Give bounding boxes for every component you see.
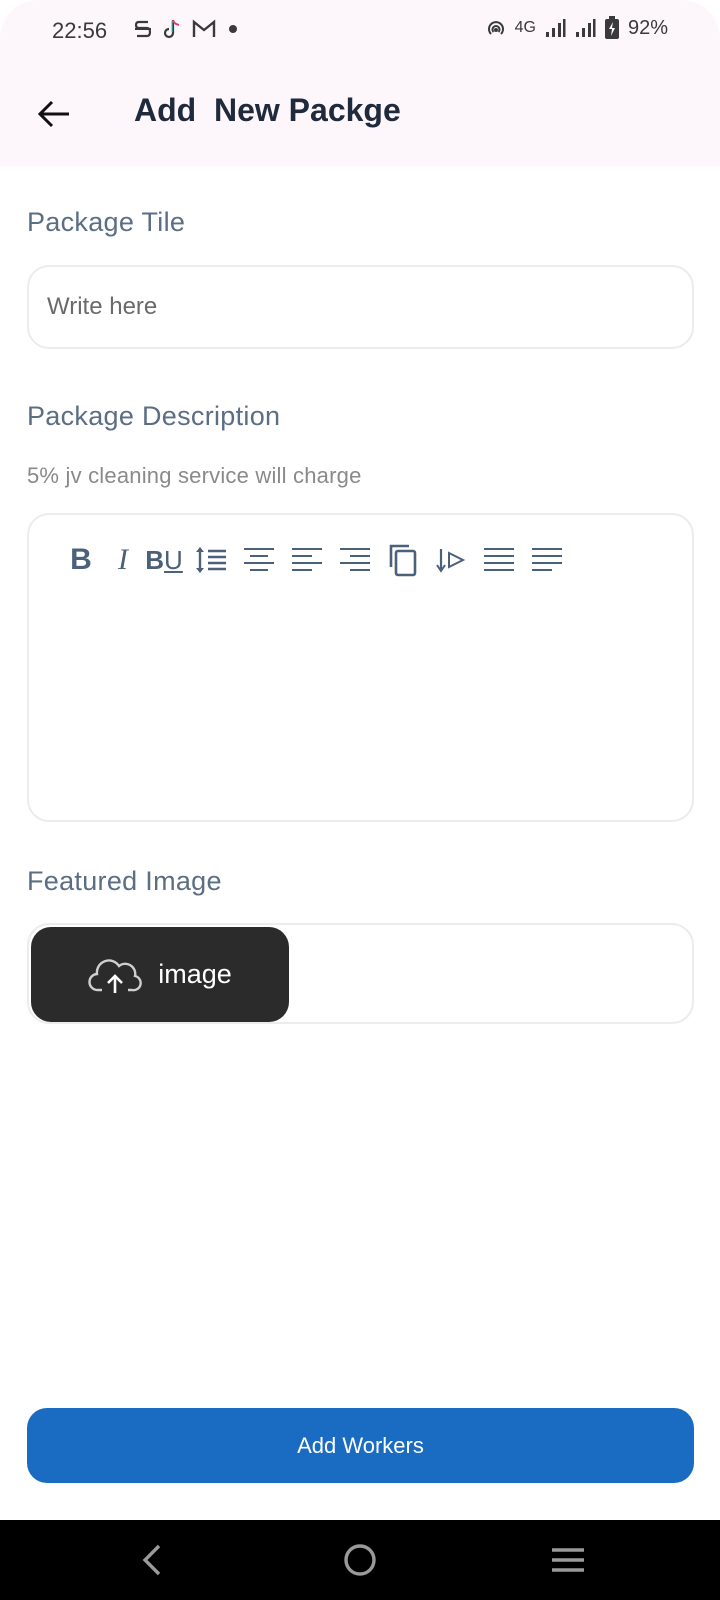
battery-level: 92% [627, 16, 668, 39]
bold-button[interactable]: B [57, 537, 105, 583]
network-type: 4G [514, 19, 536, 36]
align-center-icon [242, 545, 276, 575]
editor-toolbar: B I BU [57, 537, 571, 583]
signal-icon [574, 18, 596, 38]
nav-home-button[interactable] [325, 1534, 395, 1586]
system-status-icons: 4G 92% [485, 16, 668, 40]
copy-button[interactable] [379, 537, 427, 583]
nav-back-icon [141, 1544, 165, 1576]
copy-icon [387, 543, 419, 577]
align-center-button[interactable] [235, 537, 283, 583]
italic-button[interactable]: I [105, 537, 141, 583]
system-navigation-bar [0, 1520, 720, 1600]
battery-charging-icon [604, 16, 620, 40]
tiktok-icon [162, 18, 182, 40]
featured-image-label: Featured Image [27, 866, 222, 896]
package-title-field [27, 265, 694, 349]
package-description-label: Package Description [27, 401, 281, 431]
align-justify-icon [482, 545, 516, 575]
nav-back-button[interactable] [118, 1534, 188, 1586]
upload-image-label: image [158, 959, 232, 989]
package-title-input[interactable] [29, 267, 692, 347]
app-bar: Add New Packge [0, 64, 720, 166]
status-time: 22:56 [52, 18, 108, 43]
bold-underline-button[interactable]: BU [141, 537, 187, 583]
bold-icon: B [70, 543, 92, 576]
add-workers-button[interactable]: Add Workers [27, 1408, 694, 1483]
back-button[interactable] [26, 86, 82, 142]
align-start-button[interactable] [523, 537, 571, 583]
nav-recents-button[interactable] [533, 1534, 603, 1586]
align-start-icon [530, 545, 564, 575]
align-right-button[interactable] [331, 537, 379, 583]
description-editor: B I BU [27, 513, 694, 822]
upload-image-button[interactable]: image [31, 927, 289, 1022]
notification-icons [134, 18, 240, 40]
justify-button[interactable] [475, 537, 523, 583]
text-direction-icon [435, 545, 467, 575]
s-app-icon [134, 18, 152, 40]
screen: 22:56 4G 92% Add New Packge Package Tile… [0, 0, 720, 1600]
text-direction-button[interactable] [427, 537, 475, 583]
align-right-icon [338, 545, 372, 575]
nav-recents-icon [550, 1545, 586, 1575]
featured-image-field: image [27, 923, 694, 1024]
align-left-button[interactable] [283, 537, 331, 583]
description-input[interactable] [49, 595, 672, 804]
arrow-left-icon [37, 99, 71, 129]
page-title: Add New Packge [134, 92, 401, 128]
signal-icon [544, 18, 566, 38]
status-bar: 22:56 4G 92% [0, 0, 720, 64]
nav-home-icon [342, 1542, 378, 1578]
italic-icon: I [118, 543, 128, 576]
gmail-icon [192, 19, 216, 39]
line-height-icon [194, 545, 228, 575]
bold-underline-icon: BU [145, 544, 183, 575]
dot-icon [226, 22, 240, 36]
service-charge-note: 5% jv cleaning service will charge [27, 463, 362, 488]
align-left-icon [290, 545, 324, 575]
package-title-label: Package Tile [27, 207, 186, 237]
line-height-button[interactable] [187, 537, 235, 583]
cloud-upload-icon [88, 956, 143, 994]
hotspot-icon [485, 17, 507, 39]
